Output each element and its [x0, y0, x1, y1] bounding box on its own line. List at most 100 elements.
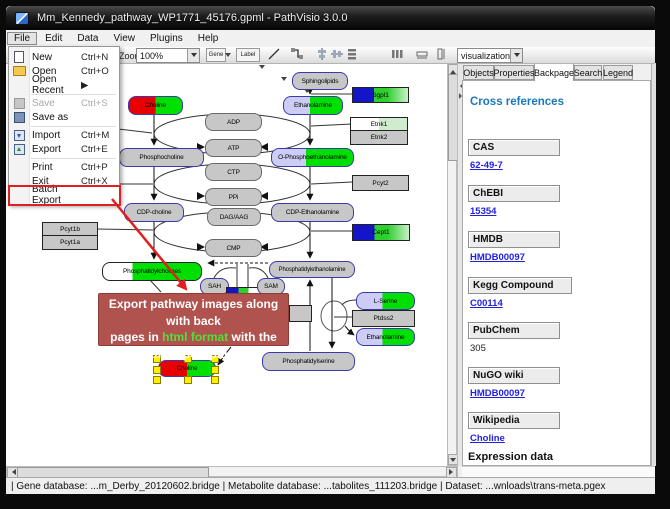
label-tool-button[interactable]: Label	[236, 48, 260, 62]
file-menu-dropdown: NewCtrl+N OpenCtrl+O Open Recent ▶ SaveC…	[8, 46, 120, 205]
chevron-down-icon[interactable]	[187, 49, 199, 62]
xref-section-nugo: NuGO wiki	[468, 367, 560, 384]
menu-plugins[interactable]: Plugins	[143, 32, 190, 45]
open-folder-icon	[13, 66, 26, 76]
callout-line3: HtmlExport plugin	[99, 346, 288, 363]
app-icon	[15, 12, 29, 25]
xref-value: 15354	[470, 206, 496, 217]
node-ctp[interactable]: CTP	[205, 163, 262, 181]
export-icon	[14, 144, 25, 155]
xref-link-cas[interactable]: 62-49-7	[470, 160, 503, 171]
chevron-down-icon[interactable]	[510, 49, 522, 62]
node-pcyt1a[interactable]: Pcyt1a	[42, 235, 98, 250]
tab-objects[interactable]: Objects	[463, 65, 494, 80]
node-cdp-choline[interactable]: CDP-choline	[124, 203, 184, 222]
xref-section-cas: CAS	[468, 139, 560, 156]
menu-data[interactable]: Data	[70, 32, 105, 45]
file-menu-print[interactable]: PrintCtrl+P	[9, 160, 119, 174]
node-phosphatidylcholines[interactable]: Phosphatidylcholines	[102, 262, 202, 281]
file-menu-save-as[interactable]: Save as	[9, 110, 119, 124]
selection-handle[interactable]	[153, 366, 161, 374]
xref-value: Choline	[470, 433, 505, 444]
status-text: | Gene database: ...m_Derby_20120602.bri…	[11, 481, 605, 492]
chevron-down-icon[interactable]	[281, 72, 288, 84]
menu-file[interactable]: File	[7, 32, 37, 45]
node-cmp[interactable]: CMP	[205, 239, 262, 257]
canvas-hscrollbar[interactable]	[6, 466, 458, 477]
xref-link-nugo[interactable]: HMDB00097	[470, 388, 525, 399]
status-bar: | Gene database: ...m_Derby_20120602.bri…	[6, 477, 655, 494]
node-phosphocholine[interactable]: Phosphocholine	[119, 148, 204, 167]
side-panel	[462, 80, 651, 466]
zoom-combobox[interactable]: 100%	[136, 48, 200, 63]
selection-handle[interactable]	[184, 376, 192, 384]
node-phosphatidylethanolamine[interactable]: Phosphatidylethanolamine	[269, 261, 355, 278]
callout-highlight: html format	[162, 330, 228, 344]
chevron-down-icon[interactable]	[304, 84, 311, 96]
annotation-callout: Export pathway images along with back pa…	[98, 293, 289, 346]
xref-section-hmdb: HMDB	[468, 231, 560, 248]
panel-scrollbar[interactable]	[651, 63, 656, 466]
file-menu-save: SaveCtrl+S	[9, 96, 119, 110]
xref-section-chebi: ChEBI	[468, 185, 560, 202]
callout-line2: pages in html format with the	[99, 329, 288, 346]
xref-text-pubchem: 305	[470, 343, 486, 354]
node-ethanolamine-top[interactable]: Ethanolamine	[283, 96, 343, 115]
tab-legend[interactable]: Legend	[603, 65, 633, 80]
selection-handle[interactable]	[211, 376, 219, 384]
xref-section-pubchem: PubChem	[468, 322, 560, 339]
node-ethanolamine-bottom[interactable]: Ethanolamine	[356, 328, 415, 346]
xref-section-wikipedia: Wikipedia	[468, 412, 560, 429]
node-atp[interactable]: ATP	[205, 139, 262, 157]
node-etnk2[interactable]: Etnk2	[350, 130, 408, 145]
node-o-phosphoethanolamine[interactable]: O-Phosphoethanolamine	[271, 148, 354, 167]
title-bar[interactable]: Mm_Kennedy_pathway_WP1771_45176.gpml - P…	[6, 6, 655, 30]
node-adp[interactable]: ADP	[205, 113, 262, 131]
node-sphingolipids[interactable]: Sphingolipids	[292, 72, 348, 90]
menu-edit[interactable]: Edit	[38, 32, 69, 45]
new-document-icon	[14, 51, 24, 63]
menu-help[interactable]: Help	[191, 32, 226, 45]
node-choline-top[interactable]: Choline	[128, 96, 183, 115]
file-menu-open-recent[interactable]: Open Recent ▶	[9, 78, 119, 92]
xref-link-hmdb[interactable]: HMDB00097	[470, 252, 525, 263]
node-cept1[interactable]: Cept1	[352, 224, 410, 241]
callout-line1: Export pathway images along with back	[99, 296, 288, 329]
node-sgpl1[interactable]: Sgpl1	[352, 87, 409, 103]
node-ppi[interactable]: PPi	[205, 188, 262, 206]
xref-link-chebi[interactable]: 15354	[470, 206, 496, 217]
xref-value: 62-49-7	[470, 160, 503, 171]
file-menu-new[interactable]: NewCtrl+N	[9, 50, 119, 64]
node-dag-aag[interactable]: DAG/AAG	[207, 208, 261, 226]
xref-value: 305	[470, 343, 486, 354]
submenu-arrow-icon: ▶	[81, 80, 119, 91]
selection-handle[interactable]	[211, 366, 219, 374]
node-ptdss2[interactable]: Ptdss2	[352, 310, 415, 327]
file-menu-export[interactable]: ExportCtrl+E	[9, 142, 119, 156]
xref-section-kegg: Kegg Compound	[468, 277, 572, 294]
menu-view[interactable]: View	[106, 32, 142, 45]
node-pcyt2[interactable]: Pcyt2	[352, 175, 409, 191]
datanode-tool-button[interactable]: Gene	[206, 48, 226, 62]
tab-properties[interactable]: Properties	[494, 65, 534, 80]
xref-link-kegg[interactable]: C00114	[470, 298, 503, 309]
selection-handle[interactable]	[153, 376, 161, 384]
chevron-down-icon[interactable]	[225, 48, 232, 60]
tab-backpage[interactable]: Backpage	[534, 63, 574, 81]
batch-export-highlight-box	[8, 185, 121, 206]
visualization-combobox[interactable]: visualization	[457, 48, 523, 63]
node-gene-partial[interactable]	[289, 305, 312, 322]
expression-data-heading: Expression data	[468, 451, 553, 463]
chevron-down-icon[interactable]	[259, 60, 266, 72]
xref-value: C00114	[470, 298, 503, 309]
node-choline-selected[interactable]: Choline	[158, 360, 216, 377]
node-cdp-ethanolamine[interactable]: CDP-Ethanolamine	[271, 203, 354, 222]
file-menu-import[interactable]: ImportCtrl+M	[9, 128, 119, 142]
xref-link-wikipedia[interactable]: Choline	[470, 433, 505, 444]
tab-search[interactable]: Search	[574, 65, 602, 80]
canvas-vscrollbar[interactable]	[447, 63, 457, 466]
import-icon	[14, 130, 25, 141]
xref-value: HMDB00097	[470, 252, 525, 263]
xref-value: HMDB00097	[470, 388, 525, 399]
node-l-serine[interactable]: L-Serine	[356, 292, 415, 310]
